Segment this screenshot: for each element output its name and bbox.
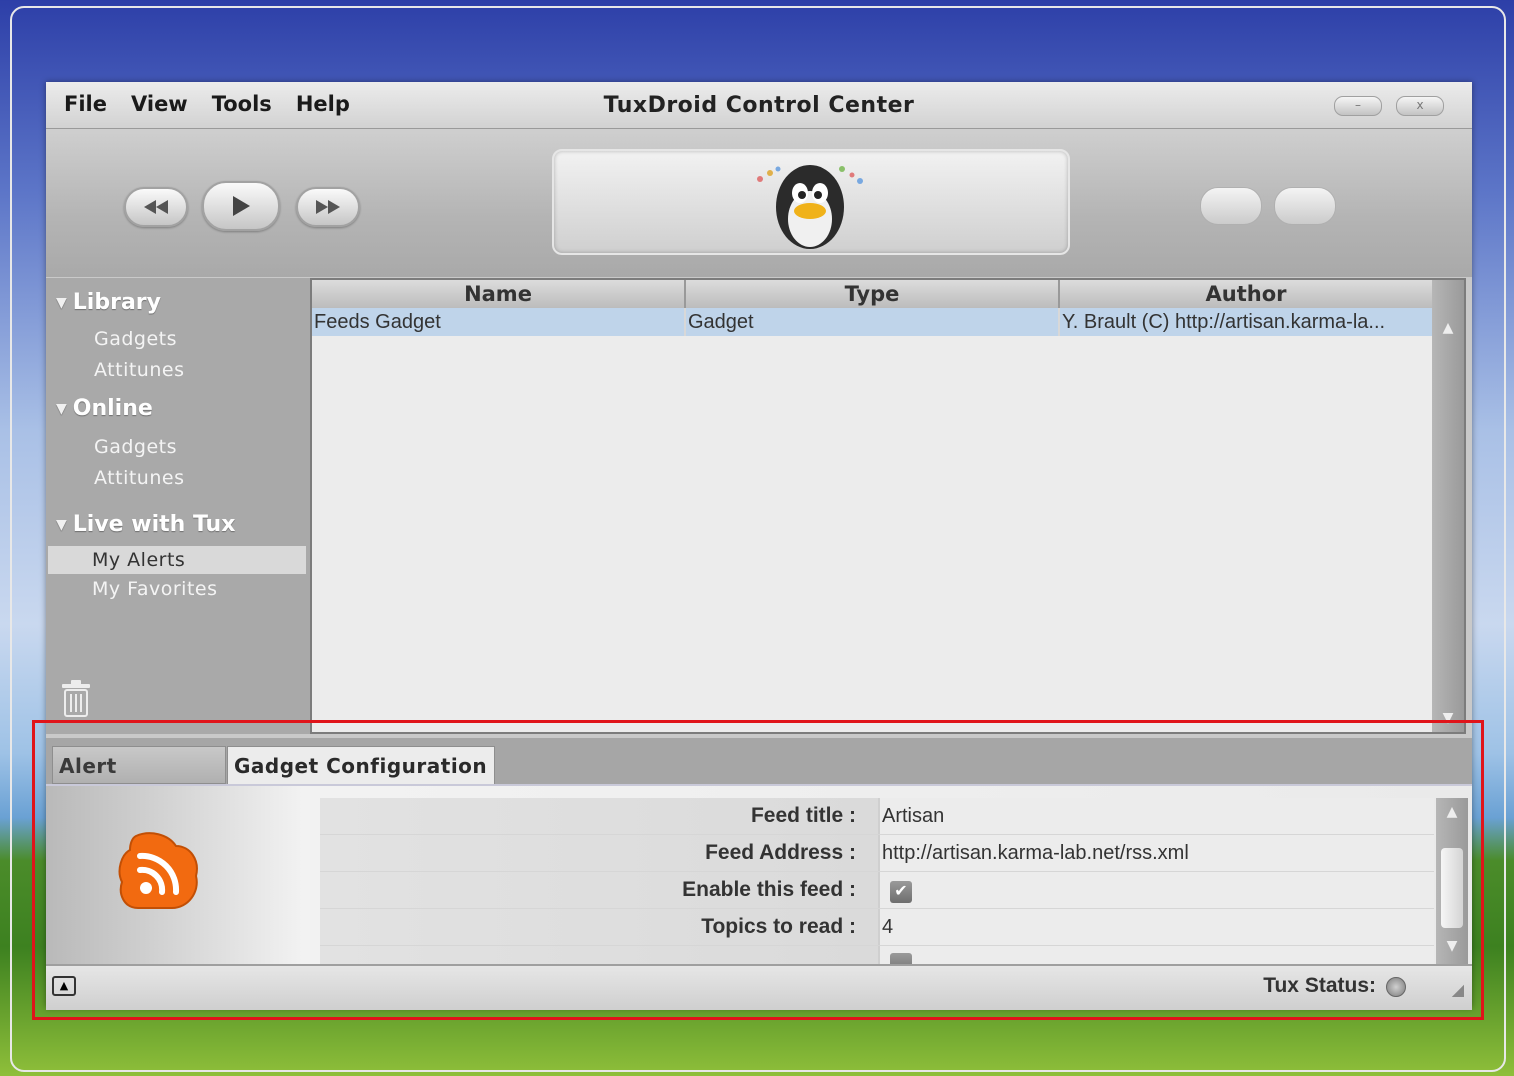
feed-title-field[interactable]: Artisan: [880, 798, 944, 834]
app-window: File View Tools Help TuxDroid Control Ce…: [46, 82, 1472, 1010]
property-row: Feed title : Artisan: [320, 798, 1434, 835]
config-tabs: Alert settings Gadget Configuration: [46, 738, 1472, 816]
topics-to-read-label: Topics to read :: [320, 909, 880, 945]
feed-properties: Feed title : Artisan Feed Address : http…: [320, 798, 1434, 964]
tux-status-label: Tux Status:: [1263, 974, 1376, 997]
title-bar: File View Tools Help TuxDroid Control Ce…: [46, 82, 1472, 129]
table-scrollbar[interactable]: ▲ ▼: [1432, 280, 1464, 732]
play-button[interactable]: [202, 181, 280, 231]
status-bar: ▲ Tux Status: ◢: [46, 964, 1472, 1010]
sidebar-section-library[interactable]: ▼ Library: [56, 290, 161, 315]
expand-triangle-icon: ▼: [56, 294, 67, 311]
sidebar-section-live-with-tux[interactable]: ▼ Live with Tux: [56, 512, 235, 537]
sidebar-section-label: Online: [72, 396, 153, 421]
scroll-up-icon[interactable]: ▲: [1438, 320, 1458, 336]
cell-author: Y. Brault (C) http://artisan.karma-la...: [1062, 311, 1386, 333]
tux-right-button[interactable]: [1274, 187, 1336, 225]
enable-feed-label: Enable this feed :: [320, 872, 880, 908]
feed-address-field[interactable]: http://artisan.karma-lab.net/rss.xml: [880, 835, 1189, 871]
column-header-type[interactable]: Type: [686, 280, 1060, 308]
sidebar-item-my-alerts[interactable]: My Alerts: [48, 546, 306, 574]
player-toolbar: [46, 129, 1472, 277]
sidebar-section-label: Live with Tux: [72, 512, 236, 537]
sidebar-item-library-attitunes[interactable]: Attitunes: [94, 359, 184, 381]
feed-address-label: Feed Address :: [320, 835, 880, 871]
cell-name: Feeds Gadget: [312, 308, 686, 336]
window-title: TuxDroid Control Center: [603, 93, 915, 118]
close-button[interactable]: x: [1396, 96, 1444, 116]
minimize-button[interactable]: –: [1334, 96, 1382, 116]
property-row: Feed Address : http://artisan.karma-lab.…: [320, 835, 1434, 872]
table-header: Name Type Author: [312, 280, 1432, 308]
sidebar-section-label: Library: [72, 290, 161, 315]
properties-scrollbar[interactable]: ▲ ▼: [1436, 798, 1468, 964]
fast-forward-button[interactable]: [296, 187, 360, 227]
gadget-table: Name Type Author Feeds Gadget Gadget Y. …: [310, 278, 1466, 734]
partial-label: [320, 946, 880, 964]
tab-alert-settings[interactable]: Alert settings: [52, 746, 226, 816]
cell-type: Gadget: [686, 308, 1060, 336]
partial-cell: [880, 946, 912, 964]
tux-left-button[interactable]: [1200, 187, 1262, 225]
expand-triangle-icon: ▼: [56, 400, 67, 417]
table-row[interactable]: Feeds Gadget Gadget Y. Brault (C) http:/…: [312, 308, 1432, 336]
tux-status-indicator-icon: [1386, 977, 1406, 997]
gadget-configuration-panel: Feed title : Artisan Feed Address : http…: [46, 786, 1472, 964]
scroll-down-icon[interactable]: ▼: [1442, 938, 1462, 954]
sidebar-item-library-gadgets[interactable]: Gadgets: [94, 328, 177, 350]
column-header-author[interactable]: Author: [1060, 280, 1432, 308]
property-row: Enable this feed : ✔: [320, 872, 1434, 909]
sidebar-item-my-favorites[interactable]: My Favorites: [92, 578, 218, 600]
tab-gadget-configuration[interactable]: Gadget Configuration: [227, 746, 495, 784]
resize-grip-icon[interactable]: ◢: [1452, 980, 1464, 999]
partial-checkbox[interactable]: [890, 953, 912, 964]
enable-feed-checkbox[interactable]: ✔: [890, 881, 912, 903]
property-row-partial: [320, 946, 1434, 964]
property-row: Topics to read : 4: [320, 909, 1434, 946]
scrollbar-thumb[interactable]: [1441, 848, 1463, 928]
topics-to-read-field[interactable]: 4: [880, 909, 893, 945]
rss-feed-icon: [118, 832, 198, 909]
toggle-panel-button[interactable]: ▲: [52, 976, 76, 996]
fast-forward-icon: [316, 200, 340, 214]
trash-icon[interactable]: [58, 678, 94, 718]
feed-title-label: Feed title :: [320, 798, 880, 834]
rewind-icon: [144, 200, 168, 214]
expand-triangle-icon: ▼: [56, 516, 67, 533]
scroll-down-icon[interactable]: ▼: [1438, 710, 1458, 726]
enable-feed-cell: ✔: [880, 872, 912, 908]
rewind-button[interactable]: [124, 187, 188, 227]
column-header-name[interactable]: Name: [312, 280, 686, 308]
tux-display: [552, 149, 1070, 255]
scroll-up-icon[interactable]: ▲: [1442, 804, 1462, 820]
sidebar-item-online-attitunes[interactable]: Attitunes: [94, 467, 184, 489]
sidebar-section-online[interactable]: ▼ Online: [56, 396, 153, 421]
sidebar-item-online-gadgets[interactable]: Gadgets: [94, 436, 177, 458]
tux-penguin-icon: [757, 165, 863, 249]
play-icon: [233, 196, 250, 216]
sidebar: ▼ Library Gadgets Attitunes ▼ Online Gad…: [46, 278, 310, 734]
